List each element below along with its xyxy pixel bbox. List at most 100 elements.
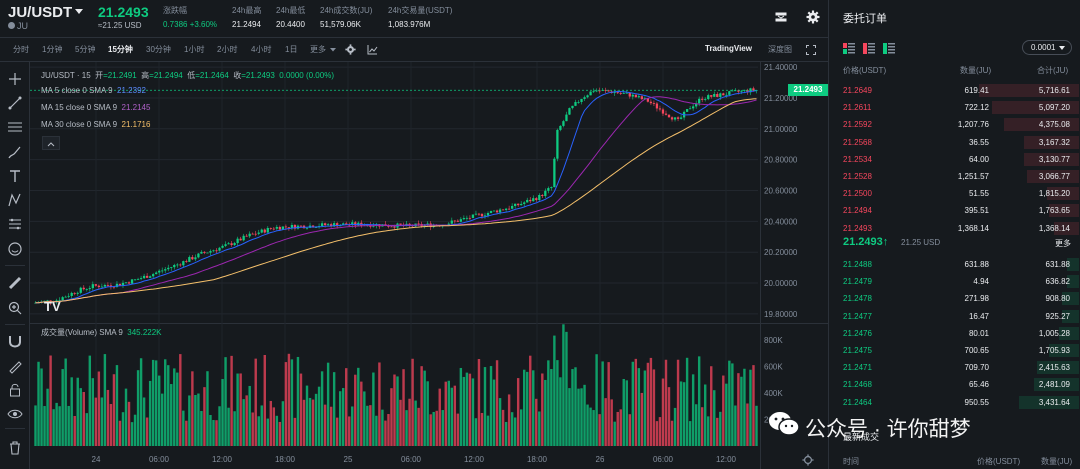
- bid-row[interactable]: 21.2471 709.70 2,415.63: [829, 359, 1079, 376]
- ask-row[interactable]: 21.2568 36.55 3,167.32: [829, 134, 1079, 151]
- measure-icon[interactable]: [7, 216, 23, 232]
- bid-row[interactable]: 21.2475 700.65 1,705.93: [829, 342, 1079, 359]
- bid-amount: 631.88: [964, 260, 989, 269]
- lock-icon[interactable]: [7, 382, 23, 398]
- ask-row[interactable]: 21.2500 51.55 1,815.20: [829, 185, 1079, 202]
- ask-row[interactable]: 21.2649 619.41 5,716.61: [829, 82, 1079, 99]
- tf-time[interactable]: 分时: [13, 44, 29, 55]
- settings-icon[interactable]: [345, 44, 356, 55]
- trash-icon[interactable]: [7, 440, 23, 456]
- eye-icon[interactable]: [7, 406, 23, 422]
- pattern-icon[interactable]: [7, 192, 23, 208]
- ma15-legend[interactable]: MA 15 close 0 SMA 9 21.2145: [41, 103, 150, 112]
- fullscreen-icon[interactable]: [806, 45, 816, 55]
- volume-bar: [728, 360, 731, 446]
- ask-amount: 1,251.57: [957, 172, 989, 181]
- ask-row[interactable]: 21.2493 1,368.14 1,368.14: [829, 220, 1079, 237]
- brush-icon[interactable]: [7, 144, 23, 160]
- emoji-icon[interactable]: [7, 241, 23, 257]
- volume-bar: [577, 388, 580, 446]
- crosshair-icon[interactable]: [7, 71, 23, 87]
- tf-1m[interactable]: 1分钟: [42, 44, 62, 55]
- price-chart[interactable]: 21.40000 21.20000 21.00000 20.80000 20.60000…: [30, 62, 828, 469]
- volume-bar: [474, 418, 478, 446]
- volume-bar: [722, 375, 725, 446]
- chart-settings-icon[interactable]: [802, 454, 814, 466]
- ruler-icon[interactable]: [7, 275, 23, 291]
- ask-row[interactable]: 21.2534 64.00 3,130.77: [829, 151, 1079, 168]
- depth-chart-tab[interactable]: 深度图: [768, 44, 792, 55]
- candle-body: [661, 109, 665, 114]
- ask-row[interactable]: 21.2592 1,207.76 4,375.08: [829, 116, 1079, 133]
- candle-body: [616, 92, 619, 94]
- text-icon[interactable]: [7, 168, 23, 184]
- ask-row[interactable]: 21.2611 722.12 5,097.20: [829, 99, 1079, 116]
- tf-15m[interactable]: 15分钟: [108, 44, 133, 55]
- bid-row[interactable]: 21.2477 16.47 925.27: [829, 308, 1079, 325]
- settings-icon[interactable]: [806, 10, 820, 24]
- bid-row[interactable]: 21.2476 80.01 1,005.28: [829, 325, 1079, 342]
- chevron-down-icon[interactable]: [75, 9, 83, 14]
- tradingview-tab[interactable]: TradingView: [705, 44, 752, 53]
- precision-select[interactable]: 0.0001: [1022, 40, 1072, 55]
- ask-price: 21.2592: [843, 120, 872, 130]
- indicator-icon[interactable]: [367, 44, 378, 55]
- tf-more[interactable]: 更多: [310, 44, 326, 55]
- chevron-down-icon[interactable]: [330, 48, 336, 52]
- bid-row[interactable]: 21.2479 4.94 636.82: [829, 273, 1079, 290]
- tf-1h[interactable]: 1小时: [184, 44, 204, 55]
- legend-collapse-button[interactable]: [42, 136, 60, 150]
- candle-body: [489, 211, 493, 214]
- bid-row[interactable]: 21.2478 271.98 908.80: [829, 290, 1079, 307]
- fib-icon[interactable]: [7, 119, 23, 135]
- volume-bar: [483, 367, 487, 446]
- volume-bar: [335, 417, 339, 446]
- volume-bar: [444, 381, 447, 446]
- volume-bar: [139, 358, 143, 446]
- magnet-icon[interactable]: [7, 333, 23, 349]
- bid-row[interactable]: 21.2488 631.88 631.88: [829, 256, 1079, 273]
- bid-row[interactable]: 21.2464 950.55 3,431.64: [829, 394, 1079, 411]
- volume-bar: [239, 373, 242, 446]
- volume-bar: [148, 380, 152, 446]
- candle-body: [242, 235, 245, 241]
- candle-body: [514, 203, 517, 206]
- tf-1d[interactable]: 1日: [285, 44, 297, 55]
- candle-body: [106, 284, 110, 286]
- volume-legend[interactable]: 成交量(Volume) SMA 9 345.222K: [41, 327, 162, 338]
- ask-row[interactable]: 21.2494 395.51 1,763.65: [829, 202, 1079, 219]
- ask-row[interactable]: 21.2528 1,251.57 3,066.77: [829, 168, 1079, 185]
- zoom-icon[interactable]: [7, 300, 23, 316]
- book-both-icon[interactable]: [843, 43, 855, 54]
- volume-bar: [471, 378, 475, 446]
- ma30-legend[interactable]: MA 30 close 0 SMA 9 21.1716: [41, 120, 150, 129]
- candle-body: [456, 220, 459, 222]
- tf-4h[interactable]: 4小时: [251, 44, 271, 55]
- book-bids-icon[interactable]: [883, 43, 895, 54]
- volume-bar: [462, 376, 466, 446]
- candle-body: [580, 98, 583, 102]
- more-button[interactable]: 更多: [1055, 238, 1071, 249]
- candle-body: [459, 219, 463, 222]
- candle-body: [480, 213, 484, 217]
- book-asks-icon[interactable]: [863, 43, 875, 54]
- candle-body: [501, 209, 505, 211]
- pair-selector[interactable]: JU/USDT: [8, 4, 72, 21]
- volume-bar: [562, 324, 565, 446]
- calendar-icon[interactable]: [775, 12, 787, 22]
- time-tick-label: 12:00: [464, 455, 485, 464]
- volume-bar: [752, 365, 755, 446]
- lock-draw-icon[interactable]: [7, 358, 23, 374]
- candle-body: [673, 117, 677, 120]
- trendline-icon[interactable]: [7, 95, 23, 111]
- tf-5m[interactable]: 5分钟: [75, 44, 95, 55]
- tf-2h[interactable]: 2小时: [217, 44, 237, 55]
- candle-body: [97, 285, 101, 288]
- bid-row[interactable]: 21.2468 65.46 2,481.09: [829, 376, 1079, 393]
- candle-body: [649, 101, 653, 104]
- ma5-legend[interactable]: MA 5 close 0 SMA 9 21.2392: [41, 86, 146, 95]
- candle-body: [640, 96, 644, 100]
- volume-bar: [230, 355, 233, 446]
- tf-30m[interactable]: 30分钟: [146, 44, 171, 55]
- volume-bar: [716, 417, 719, 446]
